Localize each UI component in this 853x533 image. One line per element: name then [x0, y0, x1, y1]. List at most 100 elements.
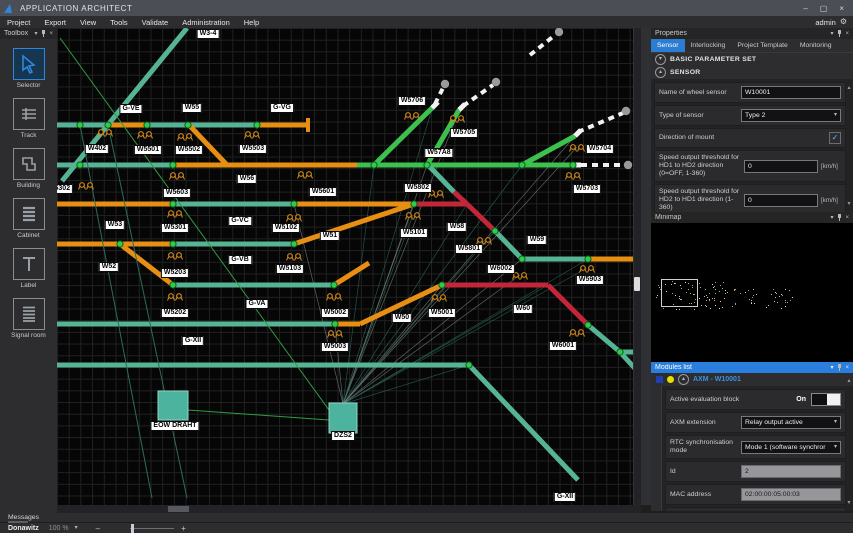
track-segment[interactable]	[467, 204, 495, 231]
track-label[interactable]: W5601	[309, 187, 337, 197]
junction-node[interactable]	[77, 162, 83, 168]
junction-node[interactable]	[466, 362, 472, 368]
close-icon[interactable]: ×	[845, 365, 849, 371]
track-label[interactable]: W59	[527, 235, 547, 245]
wheel-sensor-icon[interactable]	[570, 330, 585, 337]
track-label[interactable]: G-VB	[228, 255, 252, 265]
track-diagram-canvas[interactable]: W3-4G-VEW55G-VGW5706W5705W402W5501W5502W…	[57, 28, 641, 505]
track-label[interactable]: W5603	[163, 188, 191, 198]
track-label[interactable]: W5103	[276, 264, 304, 274]
tab-project-template[interactable]: Project Template	[731, 39, 794, 52]
junction-node[interactable]	[254, 122, 260, 128]
track-label[interactable]: W5101	[400, 228, 428, 238]
field-input[interactable]: W10001	[741, 86, 841, 99]
track-label[interactable]: W6001	[549, 341, 577, 351]
track-label[interactable]: W5706	[398, 96, 426, 106]
tab-monitoring[interactable]: Monitoring	[794, 39, 838, 52]
canvas-vertical-scrollbar[interactable]	[633, 28, 641, 505]
junction-node[interactable]	[371, 162, 377, 168]
track-label[interactable]: G-XII	[554, 492, 576, 502]
junction-node[interactable]	[170, 162, 176, 168]
zoom-level-dropdown[interactable]: 100 % ▾	[49, 525, 78, 532]
track-label[interactable]: DZS2	[331, 431, 355, 441]
track-segment[interactable]	[374, 108, 432, 165]
building-dzs2[interactable]	[329, 403, 357, 433]
junction-node[interactable]	[424, 162, 430, 168]
canvas-splitter-handle[interactable]	[634, 277, 640, 291]
wheel-sensor-icon[interactable]	[405, 113, 420, 120]
track-label[interactable]: W5801	[455, 244, 483, 254]
track-label[interactable]: W402	[85, 144, 109, 154]
track-label[interactable]: W50	[392, 313, 412, 323]
pin-icon[interactable]	[837, 30, 842, 38]
junction-node[interactable]	[519, 256, 525, 262]
tab-interlocking[interactable]: Interlocking	[685, 39, 732, 52]
junction-node[interactable]	[332, 321, 338, 327]
section-header-sensor[interactable]: ▴SENSOR	[651, 66, 853, 79]
pin-icon[interactable]	[837, 214, 842, 222]
wheel-sensor-icon[interactable]	[287, 215, 302, 222]
wheel-sensor-icon[interactable]	[170, 173, 185, 180]
wheel-sensor-icon[interactable]	[168, 211, 183, 218]
menu-item-project[interactable]: Project	[0, 18, 37, 27]
track-label[interactable]: W53	[105, 220, 125, 230]
track-segment[interactable]	[588, 325, 620, 352]
maximize-button[interactable]: ▢	[820, 4, 828, 13]
wheel-sensor-icon[interactable]	[328, 331, 343, 338]
field-input[interactable]: 0	[744, 194, 818, 207]
close-button[interactable]: ×	[839, 4, 844, 13]
toolbox-item-cabinet[interactable]: Cabinet	[13, 198, 45, 239]
wheel-sensor-icon[interactable]	[79, 183, 94, 190]
close-icon[interactable]: ×	[845, 31, 849, 37]
menu-item-help[interactable]: Help	[237, 18, 266, 27]
menu-item-validate[interactable]: Validate	[135, 18, 176, 27]
field-dropdown[interactable]: Type 2▾	[741, 109, 841, 122]
junction-node[interactable]	[77, 122, 83, 128]
junction-node[interactable]	[585, 256, 591, 262]
wheel-sensor-icon[interactable]	[580, 266, 595, 273]
toolbox-item-label[interactable]: Label	[13, 248, 45, 289]
section-header-basic-parameter-set[interactable]: ▾BASIC PARAMETER SET	[651, 53, 853, 66]
user-menu[interactable]: admin ⚙	[815, 18, 847, 27]
building-eow-draht[interactable]	[158, 391, 188, 420]
junction-node[interactable]	[105, 122, 111, 128]
chevron-down-icon[interactable]: ▾	[34, 31, 37, 37]
junction-node[interactable]	[144, 122, 150, 128]
menu-item-export[interactable]: Export	[37, 18, 73, 27]
junction-node[interactable]	[170, 201, 176, 207]
track-label[interactable]: W5903	[576, 275, 604, 285]
track-segment[interactable]	[120, 244, 173, 285]
wheel-sensor-icon[interactable]	[168, 294, 183, 301]
pin-icon[interactable]	[837, 364, 842, 372]
toolbox-item-track[interactable]: Track	[13, 98, 45, 139]
wheel-sensor-icon[interactable]	[245, 132, 260, 139]
wheel-sensor-icon[interactable]	[406, 213, 421, 220]
track-label[interactable]: W5502	[175, 145, 203, 155]
track-segment[interactable]	[469, 365, 578, 480]
junction-node[interactable]	[519, 162, 525, 168]
track-segment[interactable]	[548, 285, 588, 325]
track-label[interactable]: G-VC	[228, 216, 252, 226]
chevron-down-icon[interactable]: ▾	[830, 215, 833, 221]
scroll-up-icon[interactable]: ▴	[846, 378, 852, 384]
zoom-slider-thumb[interactable]	[131, 524, 134, 533]
panel-splitter[interactable]	[641, 28, 651, 505]
junction-node[interactable]	[331, 282, 337, 288]
track-label[interactable]: W56	[237, 174, 257, 184]
messages-tab[interactable]: Messages	[0, 513, 853, 522]
pin-icon[interactable]	[41, 30, 46, 38]
toolbox-item-selector[interactable]: Selector	[13, 48, 45, 89]
track-label[interactable]: W5003	[321, 342, 349, 352]
track-label[interactable]: G-VA	[246, 299, 269, 309]
junction-node[interactable]	[185, 122, 191, 128]
scroll-up-icon[interactable]: ▴	[846, 85, 852, 91]
junction-node[interactable]	[585, 322, 591, 328]
wheel-sensor-icon[interactable]	[287, 254, 302, 261]
track-label[interactable]: W5002	[321, 308, 349, 318]
track-label[interactable]: G-VE	[119, 104, 142, 114]
track-label[interactable]: W5705	[450, 128, 478, 138]
junction-node[interactable]	[170, 282, 176, 288]
track-segment[interactable]	[294, 204, 414, 244]
toolbox-item-building[interactable]: Building	[13, 148, 45, 189]
minimap-view[interactable]	[651, 223, 853, 362]
